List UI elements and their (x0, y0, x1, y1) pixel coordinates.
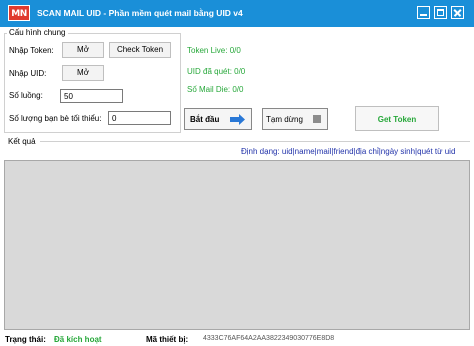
device-id-value: 4333C76AF64A2AA3822349030776E8D8 (203, 335, 335, 342)
results-divider (40, 141, 470, 142)
uid-scanned-stat: UID đã quét: 0/0 (187, 67, 246, 76)
mail-die-stat: Số Mail Die: 0/0 (187, 85, 244, 94)
stop-icon (313, 115, 321, 123)
import-token-label: Nhập Token: (9, 46, 54, 55)
maximize-icon[interactable] (434, 6, 447, 19)
play-arrow-icon (230, 114, 245, 125)
results-title: Kết quả (8, 137, 36, 146)
status-bar: Trạng thái: Đã kích hoạt Mã thiết bị: 43… (0, 333, 474, 346)
device-id-label: Mã thiết bị: (146, 335, 189, 344)
open-token-button[interactable]: Mở (62, 42, 104, 58)
title-bar: MN SCAN MAIL UID - Phần mềm quét mail bằ… (0, 0, 474, 27)
results-textbox[interactable] (4, 160, 470, 330)
window-title: SCAN MAIL UID - Phần mềm quét mail bằng … (37, 8, 243, 18)
open-uid-button[interactable]: Mở (62, 65, 104, 81)
pause-button[interactable]: Tạm dừng (262, 108, 328, 130)
thread-count-label: Số luồng: (9, 91, 43, 100)
get-token-button[interactable]: Get Token (355, 106, 439, 131)
close-icon[interactable] (451, 6, 464, 19)
format-hint: Định dạng: uid|name|mail|friend|địa chỉ|… (241, 147, 456, 156)
min-friends-input[interactable]: 0 (108, 111, 171, 125)
get-token-label: Get Token (377, 115, 417, 124)
token-live-stat: Token Live: 0/0 (187, 46, 241, 55)
start-button[interactable]: Bắt đầu (184, 108, 252, 130)
check-token-button[interactable]: Check Token (109, 42, 171, 58)
start-button-label: Bắt đầu (190, 115, 220, 124)
pause-button-label: Tạm dừng (266, 115, 303, 124)
import-uid-label: Nhập UID: (9, 69, 47, 78)
status-value: Đã kích hoạt (54, 335, 102, 344)
status-label: Trạng thái: (5, 335, 46, 344)
config-group-title: Cấu hình chung (7, 28, 68, 37)
min-friends-label: Số lượng bạn bè tối thiểu: (9, 114, 102, 123)
thread-count-input[interactable]: 50 (60, 89, 123, 103)
minimize-icon[interactable] (417, 6, 430, 19)
app-logo: MN (8, 5, 30, 21)
